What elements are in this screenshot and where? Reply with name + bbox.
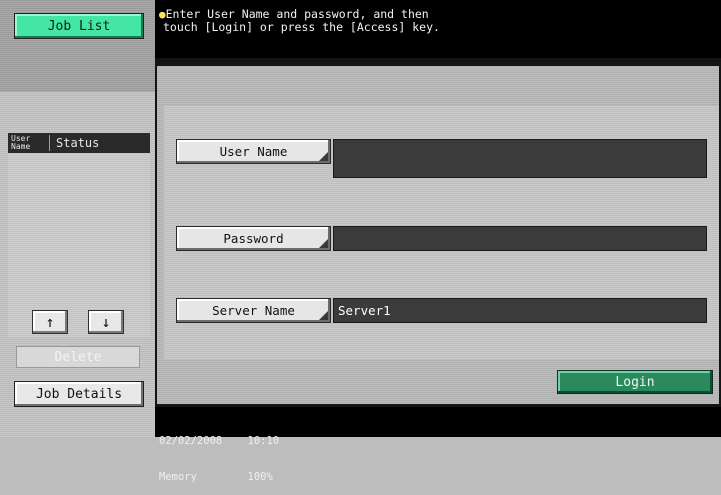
job-list-column-header: User Name Status <box>8 133 150 153</box>
message-line-2: touch [Login] or press the [Access] key. <box>163 20 440 34</box>
memory-label: Memory <box>159 471 197 483</box>
message-line-1: Enter User Name and password, and then <box>165 7 429 21</box>
column-user-name: User Name <box>8 135 50 151</box>
server-name-button[interactable]: Server Name <box>176 298 331 323</box>
login-button[interactable]: Login <box>557 370 713 394</box>
user-name-field[interactable] <box>333 139 707 178</box>
scroll-down-button[interactable]: ↓ <box>88 310 124 334</box>
delete-button[interactable]: Delete <box>16 346 140 368</box>
job-list-area <box>8 153 150 337</box>
server-name-field[interactable]: Server1 <box>333 298 707 323</box>
job-list-button[interactable]: Job List <box>14 13 144 39</box>
password-field[interactable] <box>333 226 707 251</box>
arrow-down-icon: ↓ <box>101 313 111 331</box>
password-button[interactable]: Password <box>176 226 331 251</box>
job-details-button[interactable]: Job Details <box>14 381 144 407</box>
column-status: Status <box>56 136 100 150</box>
memory-value: 100% <box>247 471 273 483</box>
arrow-up-icon: ↑ <box>45 313 55 331</box>
user-name-button[interactable]: User Name <box>176 139 331 164</box>
scroll-up-button[interactable]: ↑ <box>32 310 68 334</box>
status-bar: 02/02/2008 10:10 Memory 100% <box>155 407 721 483</box>
message-bar: ●Enter User Name and password, and then … <box>155 0 721 58</box>
